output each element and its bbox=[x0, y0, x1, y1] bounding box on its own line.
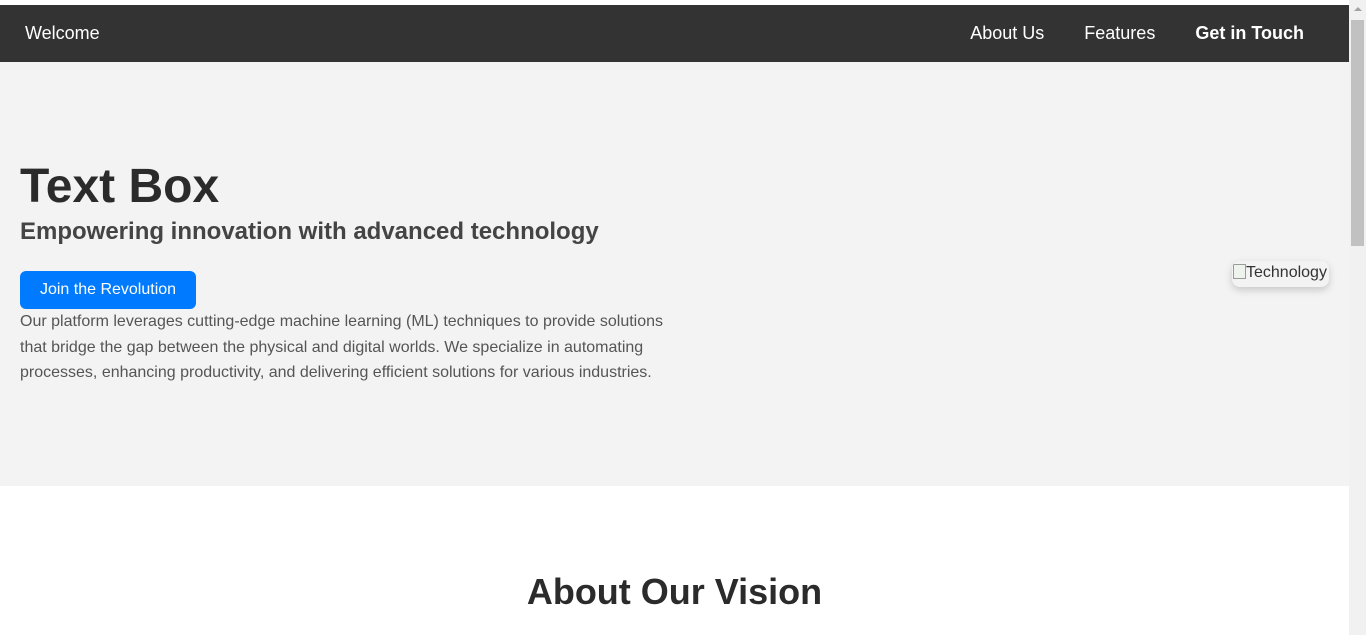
hero-section: Text Box Empowering innovation with adva… bbox=[0, 62, 1349, 486]
navbar: Welcome About Us Features Get in Touch bbox=[0, 5, 1349, 62]
nav-link-get-in-touch[interactable]: Get in Touch bbox=[1195, 22, 1304, 44]
scrollbar-thumb[interactable] bbox=[1351, 20, 1364, 246]
technology-image: Technology bbox=[1232, 261, 1329, 287]
hero-subtitle: Empowering innovation with advanced tech… bbox=[20, 218, 599, 245]
brand-link[interactable]: Welcome bbox=[25, 22, 100, 44]
join-revolution-button[interactable]: Join the Revolution bbox=[20, 271, 196, 309]
nav-links: About Us Features Get in Touch bbox=[930, 22, 1304, 44]
nav-link-about-us[interactable]: About Us bbox=[970, 22, 1044, 44]
scroll-up-arrow-icon[interactable] bbox=[1349, 0, 1366, 17]
technology-image-alt: Technology bbox=[1246, 264, 1327, 281]
broken-image-icon bbox=[1232, 263, 1246, 279]
vertical-scrollbar[interactable] bbox=[1349, 0, 1366, 635]
about-vision-title: About Our Vision bbox=[526, 571, 823, 612]
page-viewport: Welcome About Us Features Get in Touch T… bbox=[0, 0, 1349, 635]
hero-title: Text Box bbox=[20, 160, 220, 213]
hero-description: Our platform leverages cutting-edge mach… bbox=[20, 313, 664, 381]
nav-link-features[interactable]: Features bbox=[1084, 22, 1155, 44]
